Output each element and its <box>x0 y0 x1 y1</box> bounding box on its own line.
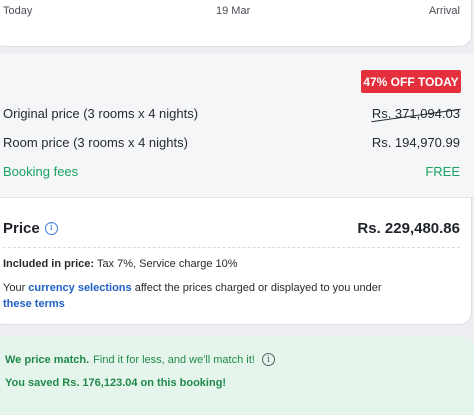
discount-badge: 47% OFF TODAY <box>361 70 461 93</box>
original-price-label: Original price (3 rooms x 4 nights) <box>3 105 199 121</box>
price-total-section: Price i Rs. 229,480.86 Included in price… <box>0 198 474 324</box>
currency-selections-link[interactable]: currency selections <box>28 282 131 294</box>
these-terms-link[interactable]: these terms <box>3 298 65 310</box>
booking-timeline: Today 19 Mar Arrival <box>0 5 474 19</box>
total-price-label: Price <box>3 219 40 237</box>
price-match-text: Find it for less, and we'll match it! <box>93 353 255 366</box>
price-match-info-icon[interactable]: i <box>261 353 275 366</box>
room-price-row: Room price (3 rooms x 4 nights) Rs. 194,… <box>3 133 460 151</box>
timeline-arrival: Arrival <box>428 5 460 17</box>
timeline-today: Today <box>3 5 33 17</box>
room-price-label: Room price (3 rooms x 4 nights) <box>3 134 188 150</box>
included-in-price: Included in price: Tax 7%, Service charg… <box>3 258 238 270</box>
booking-fees-label: Booking fees <box>3 163 79 179</box>
original-price-value: Rs. 371,094.03 <box>371 105 460 121</box>
price-breakdown: 47% OFF TODAY Original price (3 rooms x … <box>0 53 474 198</box>
total-price-heading: Price i <box>3 220 58 237</box>
currency-suffix: affect the prices charged or displayed t… <box>134 282 382 294</box>
total-price-row: Price i Rs. 229,480.86 <box>3 218 460 238</box>
price-match-line: We price match. Find it for less, and we… <box>5 353 275 366</box>
booking-fees-row: Booking fees FREE <box>3 162 460 180</box>
included-text: Tax 7%, Service charge 10% <box>96 258 238 270</box>
savings-message: You saved Rs. 176,123.04 on this booking… <box>5 377 227 389</box>
booking-fees-value: FREE <box>425 163 460 179</box>
original-price-row: Original price (3 rooms x 4 nights) Rs. … <box>3 104 460 122</box>
currency-notice: Your currency selections affect the pric… <box>3 280 460 312</box>
room-price-value: Rs. 194,970.99 <box>371 134 460 150</box>
currency-prefix: Your <box>3 282 26 294</box>
price-match-banner <box>0 336 474 415</box>
dashed-divider <box>3 247 460 248</box>
timeline-date: 19 Mar <box>216 5 251 17</box>
total-price-value: Rs. 229,480.86 <box>357 219 460 237</box>
price-info-icon[interactable]: i <box>44 221 58 235</box>
included-label: Included in price: <box>3 258 95 270</box>
price-match-title: We price match. <box>5 353 90 366</box>
